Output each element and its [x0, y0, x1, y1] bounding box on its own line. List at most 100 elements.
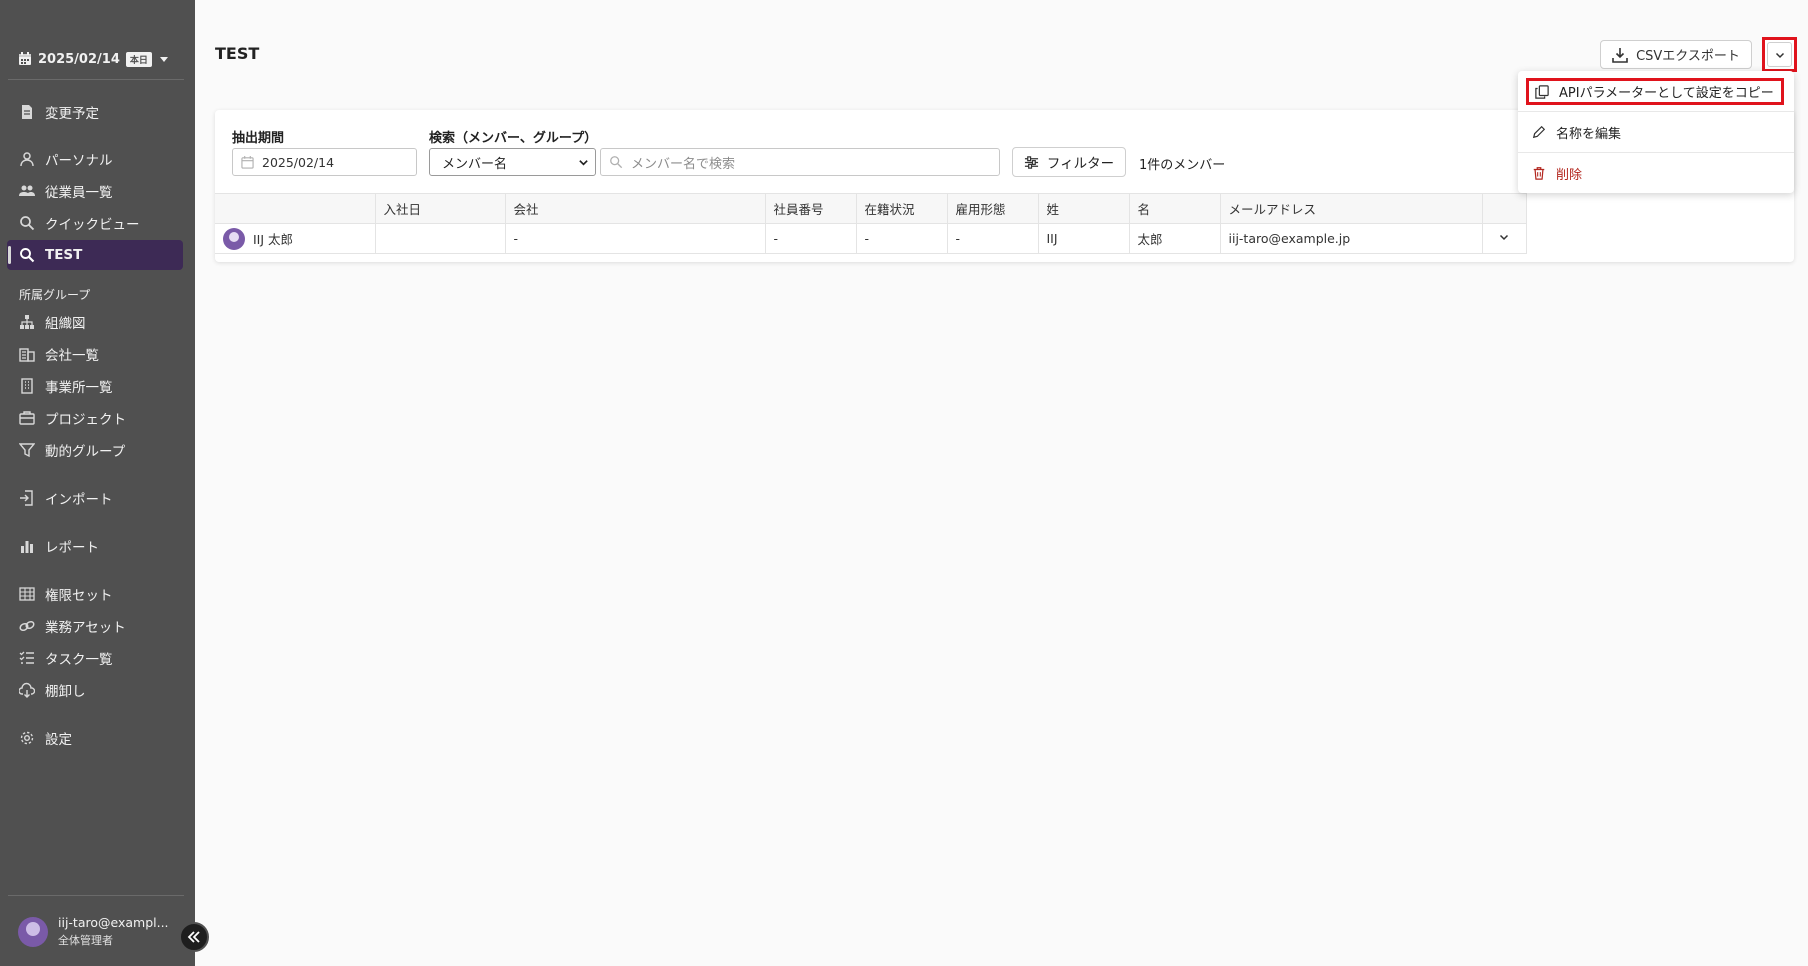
- period-date-input[interactable]: 2025/02/14: [232, 148, 417, 176]
- column-header-company[interactable]: 会社: [505, 193, 766, 224]
- avatar: [18, 916, 48, 947]
- person-icon: [20, 152, 34, 167]
- cell-hire-date: [375, 223, 506, 254]
- search-icon: [610, 156, 623, 169]
- copy-icon: [1535, 84, 1549, 99]
- menu-item-edit-name[interactable]: 名称を編集: [1518, 114, 1794, 150]
- sidebar-item-label: 業務アセット: [45, 620, 126, 636]
- gear-icon: [20, 731, 34, 745]
- sidebar: 2025/02/14 本日 変更予定 パーソナル 従業員一覧 クイックビュー T…: [0, 0, 195, 966]
- user-email: iij-taro@exampl...: [58, 915, 169, 930]
- more-actions-button[interactable]: [1762, 37, 1797, 72]
- filter-icon: [19, 443, 35, 458]
- sidebar-item-label: 事業所一覧: [45, 380, 113, 396]
- cell-email: iij-taro@example.jp: [1220, 223, 1483, 254]
- search-icon: [20, 248, 35, 263]
- briefcase-icon: [19, 411, 35, 425]
- sidebar-item-label: TEST: [45, 247, 83, 263]
- sidebar-item-projects[interactable]: プロジェクト: [7, 403, 183, 433]
- sidebar-item-label: プロジェクト: [45, 412, 126, 428]
- column-header-email[interactable]: メールアドレス: [1220, 193, 1483, 224]
- user-role: 全体管理者: [58, 934, 113, 947]
- search-type-select[interactable]: メンバー名: [429, 148, 596, 176]
- sidebar-item-label: 組織図: [45, 316, 86, 332]
- period-date-value: 2025/02/14: [262, 154, 335, 170]
- sliders-icon: [1024, 155, 1038, 169]
- menu-divider: [1518, 111, 1794, 112]
- date-selector[interactable]: 2025/02/14 本日: [18, 47, 170, 71]
- divider: [8, 895, 184, 896]
- sidebar-item-employees[interactable]: 従業員一覧: [7, 176, 183, 206]
- cloud-download-icon: [19, 682, 35, 698]
- sidebar-item-settings[interactable]: 設定: [7, 723, 183, 753]
- link-icon: [19, 620, 35, 632]
- checklist-icon: [19, 651, 34, 664]
- column-header-first-name[interactable]: 名: [1129, 193, 1221, 224]
- column-header-name[interactable]: [215, 193, 376, 224]
- grid-icon: [19, 587, 35, 601]
- sidebar-item-label: レポート: [45, 540, 99, 556]
- row-expand-button[interactable]: [1482, 223, 1527, 254]
- member-count: 1件のメンバー: [1139, 158, 1226, 173]
- building-icon: [19, 348, 35, 362]
- csv-export-label: CSVエクスポート: [1636, 49, 1740, 64]
- table-row[interactable]: IIJ 太郎 - - - - IIJ 太郎 iij-taro@example.j…: [215, 223, 1527, 254]
- user-profile[interactable]: iij-taro@exampl... 全体管理者: [18, 915, 169, 948]
- chevron-down-icon: [1499, 234, 1509, 241]
- sidebar-item-import[interactable]: インポート: [7, 483, 183, 513]
- sidebar-item-label: タスク一覧: [45, 652, 113, 668]
- column-header-status[interactable]: 在籍状況: [856, 193, 948, 224]
- cell-last-name: IIJ: [1038, 223, 1130, 254]
- download-icon: [1612, 47, 1628, 63]
- table-header-row: 入社日 会社 社員番号 在籍状況 雇用形態 姓 名 メールアドレス: [215, 193, 1527, 224]
- period-label: 抽出期間: [232, 131, 285, 146]
- import-icon: [20, 490, 33, 506]
- sidebar-item-dynamic-groups[interactable]: 動的グループ: [7, 435, 183, 465]
- trash-icon: [1533, 167, 1545, 180]
- pencil-icon: [1532, 125, 1546, 139]
- sidebar-item-label: クイックビュー: [45, 217, 140, 233]
- sidebar-item-companies[interactable]: 会社一覧: [7, 339, 183, 369]
- sidebar-item-org-chart[interactable]: 組織図: [7, 307, 183, 337]
- sidebar-item-permission-sets[interactable]: 権限セット: [7, 579, 183, 609]
- sidebar-item-personal[interactable]: パーソナル: [7, 144, 183, 174]
- collapse-sidebar-button[interactable]: [179, 922, 209, 952]
- column-header-employment-type[interactable]: 雇用形態: [947, 193, 1039, 224]
- sidebar-item-label: 動的グループ: [45, 444, 126, 460]
- member-search-input[interactable]: メンバー名で検索: [600, 148, 1000, 176]
- column-header-last-name[interactable]: 姓: [1038, 193, 1130, 224]
- double-chevron-left-icon: [187, 931, 200, 943]
- sidebar-item-label: パーソナル: [45, 153, 113, 169]
- menu-item-delete[interactable]: 削除: [1518, 155, 1794, 191]
- cell-employee-no: -: [765, 223, 857, 254]
- sidebar-item-label: インポート: [45, 492, 113, 508]
- divider: [8, 79, 184, 80]
- people-icon: [19, 185, 35, 196]
- sidebar-item-tasks[interactable]: タスク一覧: [7, 643, 183, 673]
- section-label-groups: 所属グループ: [19, 288, 91, 302]
- chevron-down-icon: [1775, 52, 1784, 58]
- column-header-hire-date[interactable]: 入社日: [375, 193, 506, 224]
- cell-first-name: 太郎: [1129, 223, 1221, 254]
- column-header-employee-no[interactable]: 社員番号: [765, 193, 857, 224]
- caret-down-icon: [159, 57, 168, 62]
- current-date: 2025/02/14: [38, 51, 120, 67]
- menu-item-copy-api-params[interactable]: APIパラメーターとして設定をコピー: [1526, 78, 1784, 105]
- menu-item-label: APIパラメーターとして設定をコピー: [1559, 86, 1774, 101]
- sidebar-item-test[interactable]: TEST: [7, 240, 183, 270]
- filter-button[interactable]: フィルター: [1012, 147, 1126, 177]
- sidebar-item-inventory[interactable]: 棚卸し: [7, 675, 183, 705]
- bar-chart-icon: [21, 541, 33, 553]
- page-title: TEST: [215, 44, 260, 63]
- sidebar-item-offices[interactable]: 事業所一覧: [7, 371, 183, 401]
- search-icon: [20, 216, 35, 231]
- csv-export-button[interactable]: CSVエクスポート: [1600, 40, 1752, 69]
- today-badge[interactable]: 本日: [125, 51, 152, 67]
- sidebar-item-reports[interactable]: レポート: [7, 531, 183, 561]
- sidebar-item-business-assets[interactable]: 業務アセット: [7, 611, 183, 641]
- document-icon: [22, 105, 32, 119]
- cell-company: -: [505, 223, 766, 254]
- member-name[interactable]: IIJ 太郎: [253, 229, 293, 248]
- sidebar-item-scheduled-changes[interactable]: 変更予定: [7, 97, 183, 127]
- sidebar-item-quick-view[interactable]: クイックビュー: [7, 208, 183, 238]
